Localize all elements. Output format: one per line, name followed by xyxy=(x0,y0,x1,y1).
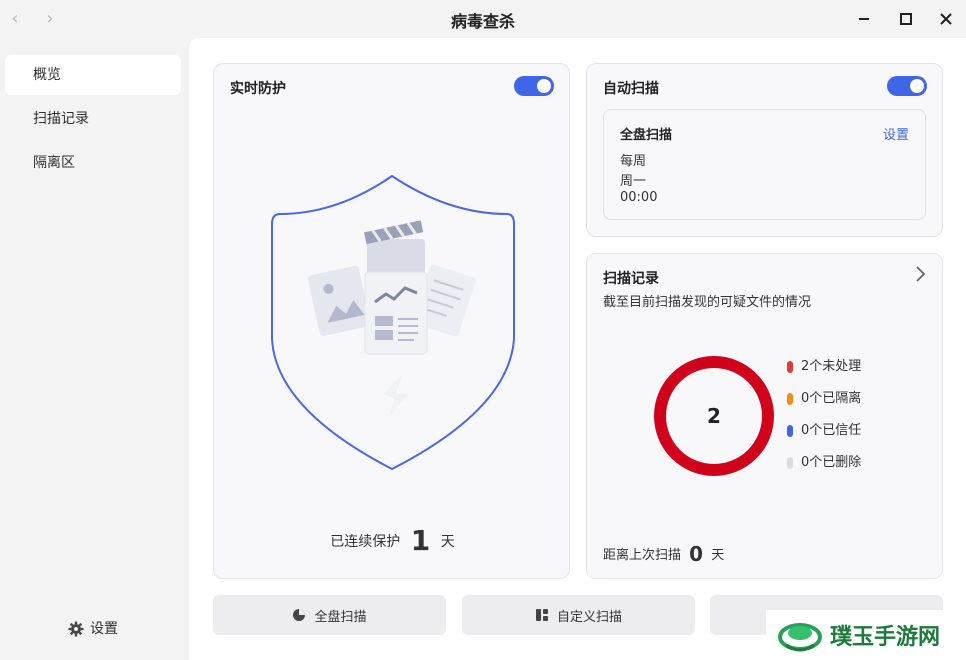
protection-footer-prefix: 已连续保护 xyxy=(330,534,401,550)
legend-dot xyxy=(787,393,793,405)
last-scan-info: 距离上次扫描 0 天 xyxy=(603,540,725,566)
watermark-logo: 璞玉手游网 xyxy=(766,610,966,660)
sidebar: 概览 扫描记录 隔离区 设置 xyxy=(0,38,189,660)
legend-quarantined: 0个已隔离 xyxy=(787,390,862,408)
legend-label: 2个未处理 xyxy=(801,359,862,374)
minimize-button[interactable] xyxy=(853,8,875,30)
scan-records-subtitle: 截至目前扫描发现的可疑文件的情况 xyxy=(603,295,812,310)
sidebar-item-scan-records[interactable]: 扫描记录 xyxy=(5,99,181,139)
shield-illustration xyxy=(271,174,515,471)
close-button[interactable] xyxy=(935,8,957,30)
records-total: 2 xyxy=(707,404,721,428)
last-scan-prefix: 距离上次扫描 xyxy=(603,548,682,563)
last-scan-suffix: 天 xyxy=(711,548,725,563)
legend-label: 0个已隔离 xyxy=(801,391,862,406)
protection-duration: 已连续保护 1 天 xyxy=(214,520,571,557)
scan-records-title: 扫描记录 xyxy=(603,271,659,287)
schedule-title: 全盘扫描 xyxy=(620,128,673,143)
custom-scan-button[interactable]: 自定义扫描 xyxy=(462,595,695,635)
legend-deleted: 0个已删除 xyxy=(787,454,862,472)
legend-dot xyxy=(787,361,793,373)
watermark-text: 璞玉手游网 xyxy=(830,625,941,650)
legend-dot xyxy=(787,457,793,469)
chevron-right-icon[interactable] xyxy=(912,264,928,284)
scan-records-card[interactable]: 扫描记录 截至目前扫描发现的可疑文件的情况 2 2个未处理 0个已隔离 0个已信… xyxy=(586,253,943,579)
custom-scan-label: 自定义扫描 xyxy=(556,609,622,625)
full-scan-label: 全盘扫描 xyxy=(314,609,367,625)
schedule-day: 周一 xyxy=(620,174,647,189)
schedule-time: 00:00 xyxy=(620,190,658,205)
realtime-protection-card: 实时防护 已连续保护 1 天 xyxy=(213,63,570,579)
main-panel: 实时防护 已连续保护 1 天 自动扫描 全盘扫描 设置 每周 周一 00:00 … xyxy=(189,38,966,660)
schedule-settings-link[interactable]: 设置 xyxy=(883,124,909,143)
minimize-icon xyxy=(859,18,869,20)
auto-scan-title: 自动扫描 xyxy=(603,81,659,97)
gear-icon xyxy=(68,621,84,637)
maximize-icon xyxy=(900,13,912,25)
legend-trusted: 0个已信任 xyxy=(787,422,862,440)
grid-icon xyxy=(535,609,548,621)
sidebar-item-quarantine[interactable]: 隔离区 xyxy=(5,143,181,183)
leaf-logo-icon xyxy=(778,623,822,652)
legend-unprocessed: 2个未处理 xyxy=(787,358,862,376)
schedule-frequency: 每周 xyxy=(620,154,647,169)
legend-dot xyxy=(787,425,793,437)
auto-scan-card: 自动扫描 全盘扫描 设置 每周 周一 00:00 xyxy=(586,63,943,237)
close-icon xyxy=(940,13,952,25)
auto-scan-toggle[interactable] xyxy=(887,76,927,96)
full-scan-button[interactable]: 全盘扫描 xyxy=(213,595,446,635)
schedule-box: 全盘扫描 设置 每周 周一 00:00 xyxy=(603,109,926,220)
title-bar: ‹ › 病毒查杀 xyxy=(0,0,966,38)
protection-footer-suffix: 天 xyxy=(440,534,455,550)
sidebar-item-overview[interactable]: 概览 xyxy=(5,55,181,95)
last-scan-days: 0 xyxy=(689,542,704,566)
legend-label: 0个已信任 xyxy=(801,423,862,438)
sidebar-settings-button[interactable]: 设置 xyxy=(68,618,118,640)
protection-days-count: 1 xyxy=(410,524,431,557)
settings-label: 设置 xyxy=(90,621,118,637)
window-title: 病毒查杀 xyxy=(450,12,515,31)
maximize-button[interactable] xyxy=(895,8,917,30)
legend-label: 0个已删除 xyxy=(801,455,862,470)
pie-icon xyxy=(293,609,306,621)
